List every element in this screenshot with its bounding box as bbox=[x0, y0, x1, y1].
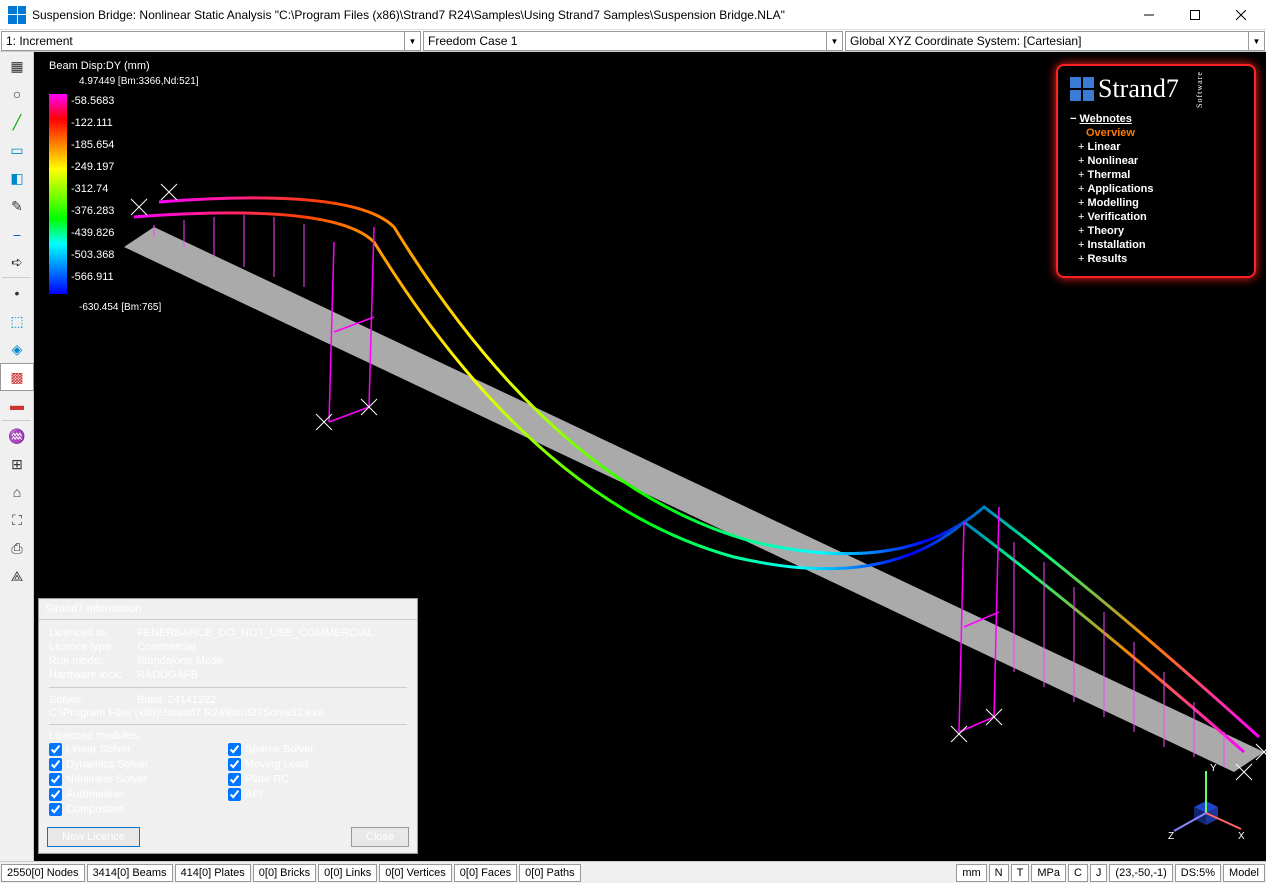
beam-icon[interactable]: ╱ bbox=[0, 108, 34, 136]
status-coords[interactable]: (23,-50,-1) bbox=[1109, 864, 1172, 882]
status-links[interactable]: 0[0] Links bbox=[318, 864, 377, 882]
module-checkbox[interactable]: Linear Solver bbox=[49, 742, 228, 757]
status-unit[interactable]: N bbox=[989, 864, 1009, 882]
cylinder-icon[interactable]: ⬚ bbox=[0, 307, 34, 335]
webnotes-item[interactable]: Applications bbox=[1070, 182, 1242, 196]
maximize-button[interactable] bbox=[1172, 0, 1218, 30]
link-icon[interactable]: ⎯ bbox=[0, 220, 34, 248]
solver-path: C:\Program Files (x86)\Strand7 R24\Bin\S… bbox=[49, 707, 407, 719]
chevron-down-icon: ▼ bbox=[826, 32, 842, 50]
chevron-down-icon: ▼ bbox=[404, 32, 420, 50]
dialog-title: Strand7 Information bbox=[39, 599, 417, 620]
arrow-icon[interactable]: ➪ bbox=[0, 248, 34, 276]
point-icon[interactable]: • bbox=[0, 279, 34, 307]
node-icon[interactable]: ○ bbox=[0, 80, 34, 108]
viewport[interactable]: Beam Disp:DY (mm) 4.97449 [Bm:3366,Nd:52… bbox=[34, 52, 1266, 861]
freedom-dropdown[interactable]: Freedom Case 1▼ bbox=[423, 31, 843, 51]
status-nodes[interactable]: 2550[0] Nodes bbox=[1, 864, 85, 882]
brand-panel: Strand7 Software Webnotes Overview Linea… bbox=[1056, 64, 1256, 278]
webnotes-item[interactable]: Thermal bbox=[1070, 168, 1242, 182]
svg-text:Z: Z bbox=[1168, 831, 1174, 841]
webnotes-item[interactable]: Linear bbox=[1070, 140, 1242, 154]
selector-bar: 1: Increment▼ Freedom Case 1▼ Global XYZ… bbox=[0, 30, 1266, 52]
brand-logo: Strand7 Software bbox=[1070, 74, 1242, 104]
axis-triad[interactable]: Y X Z bbox=[1166, 761, 1246, 841]
svg-text:X: X bbox=[1238, 831, 1245, 841]
window-icon[interactable]: ⊞ bbox=[0, 450, 34, 478]
new-licence-button[interactable]: New Licence bbox=[47, 827, 140, 847]
close-button[interactable] bbox=[1218, 0, 1264, 30]
modules-label: Licenced modules: bbox=[49, 730, 407, 742]
toolbar: ▦ ○ ╱ ▭ ◧ ✎ ⎯ ➪ • ⬚ ◈ ▩ ▬ ♒ ⊞ ⌂ ⛶ ⎙ ⟁ bbox=[0, 52, 34, 861]
module-checkbox[interactable]: Automesher bbox=[49, 787, 228, 802]
module-checkbox[interactable]: Dynamics Solver bbox=[49, 757, 228, 772]
status-faces[interactable]: 0[0] Faces bbox=[454, 864, 517, 882]
module-checkbox[interactable]: Composites bbox=[49, 802, 228, 817]
module-checkbox[interactable]: Moving Load bbox=[228, 757, 407, 772]
webnotes-overview[interactable]: Overview bbox=[1070, 126, 1242, 140]
status-bricks[interactable]: 0[0] Bricks bbox=[253, 864, 316, 882]
titlebar: Suspension Bridge: Nonlinear Static Anal… bbox=[0, 0, 1266, 30]
perspective-icon[interactable]: ⟁ bbox=[0, 562, 34, 590]
status-ds[interactable]: DS:5% bbox=[1175, 864, 1221, 882]
status-paths[interactable]: 0[0] Paths bbox=[519, 864, 581, 882]
webnotes-item[interactable]: Theory bbox=[1070, 224, 1242, 238]
increment-dropdown[interactable]: 1: Increment▼ bbox=[1, 31, 421, 51]
webnotes-item[interactable]: Results bbox=[1070, 252, 1242, 266]
info-dialog: Strand7 Information Licenced to:FENERBAH… bbox=[38, 598, 418, 854]
webnotes-menu: Webnotes Overview Linear Nonlinear Therm… bbox=[1070, 112, 1242, 266]
close-dialog-button[interactable]: Close bbox=[351, 827, 409, 847]
coord-dropdown[interactable]: Global XYZ Coordinate System: [Cartesian… bbox=[845, 31, 1265, 51]
webnotes-item[interactable]: Installation bbox=[1070, 238, 1242, 252]
module-checkbox[interactable]: Nonlinear Solver bbox=[49, 772, 228, 787]
status-unit[interactable]: T bbox=[1011, 864, 1030, 882]
mesh-icon[interactable]: ▩ bbox=[0, 363, 34, 391]
deform-icon[interactable]: ♒ bbox=[0, 422, 34, 450]
face-icon[interactable]: ◈ bbox=[0, 335, 34, 363]
status-vertices[interactable]: 0[0] Vertices bbox=[379, 864, 452, 882]
status-unit[interactable]: J bbox=[1090, 864, 1108, 882]
fit-icon[interactable]: ⛶ bbox=[0, 506, 34, 534]
statusbar: 2550[0] Nodes 3414[0] Beams 414[0] Plate… bbox=[0, 861, 1266, 883]
tools-icon[interactable]: ✎ bbox=[0, 192, 34, 220]
webnotes-item[interactable]: Nonlinear bbox=[1070, 154, 1242, 168]
grid-icon[interactable]: ▦ bbox=[0, 52, 34, 80]
status-unit[interactable]: MPa bbox=[1031, 864, 1066, 882]
app-icon bbox=[8, 6, 26, 24]
plate-icon[interactable]: ▭ bbox=[0, 136, 34, 164]
home-icon[interactable]: ⌂ bbox=[0, 478, 34, 506]
webnotes-item[interactable]: Modelling bbox=[1070, 196, 1242, 210]
status-mode[interactable]: Model bbox=[1223, 864, 1265, 882]
status-plates[interactable]: 414[0] Plates bbox=[175, 864, 251, 882]
status-unit[interactable]: C bbox=[1068, 864, 1088, 882]
webnotes-header[interactable]: Webnotes bbox=[1070, 112, 1242, 126]
chevron-down-icon: ▼ bbox=[1248, 32, 1264, 50]
webnotes-item[interactable]: Verification bbox=[1070, 210, 1242, 224]
window-title: Suspension Bridge: Nonlinear Static Anal… bbox=[32, 8, 1126, 22]
section-icon[interactable]: ⎙ bbox=[0, 534, 34, 562]
svg-text:Y: Y bbox=[1210, 763, 1217, 774]
module-checkbox[interactable]: Plate RC bbox=[228, 772, 407, 787]
minimize-button[interactable] bbox=[1126, 0, 1172, 30]
status-beams[interactable]: 3414[0] Beams bbox=[87, 864, 173, 882]
status-unit[interactable]: mm bbox=[956, 864, 986, 882]
module-checkbox[interactable]: Sparse Solver bbox=[228, 742, 407, 757]
module-checkbox[interactable]: API bbox=[228, 787, 407, 802]
brick-icon[interactable]: ◧ bbox=[0, 164, 34, 192]
label-icon[interactable]: ▬ bbox=[0, 391, 34, 419]
